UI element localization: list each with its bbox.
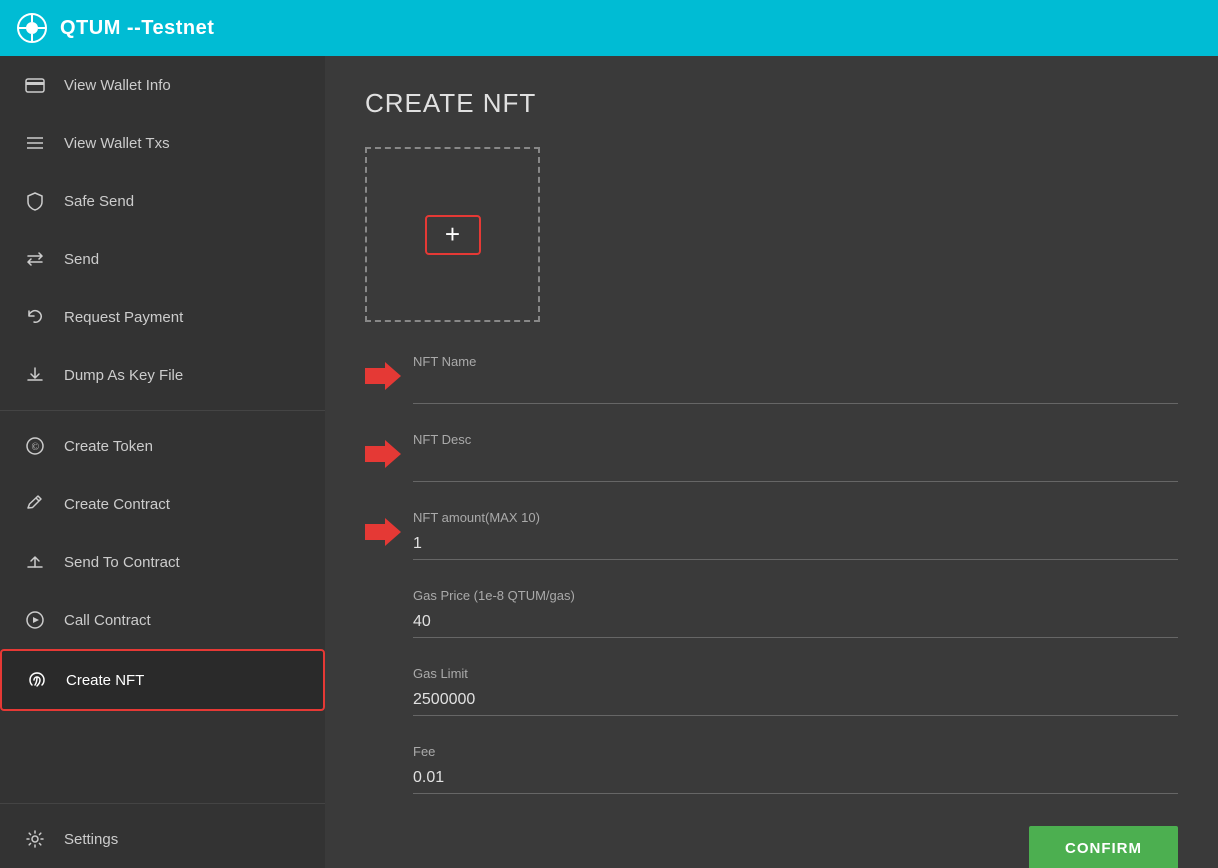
download-icon — [24, 364, 46, 386]
sidebar-label-safe-send: Safe Send — [64, 193, 134, 210]
pencil-icon — [24, 493, 46, 515]
nft-amount-input[interactable] — [413, 529, 1178, 560]
nft-desc-arrow — [365, 436, 401, 472]
gas-limit-row: Gas Limit — [365, 666, 1178, 716]
sidebar-label-create-contract: Create Contract — [64, 496, 170, 513]
sidebar-item-call-contract[interactable]: Call Contract — [0, 591, 325, 649]
gas-price-row: Gas Price (1e-8 QTUM/gas) — [365, 588, 1178, 638]
sidebar: View Wallet Info View Wallet Txs Safe Se… — [0, 56, 325, 868]
sidebar-item-settings[interactable]: Settings — [0, 810, 325, 868]
sidebar-item-request-payment[interactable]: Request Payment — [0, 288, 325, 346]
sidebar-item-dump-as-key-file[interactable]: Dump As Key File — [0, 346, 325, 404]
fee-input[interactable] — [413, 763, 1178, 794]
nft-desc-input[interactable] — [413, 451, 1178, 482]
sidebar-label-settings: Settings — [64, 831, 118, 848]
sidebar-item-view-wallet-txs[interactable]: View Wallet Txs — [0, 114, 325, 172]
app-header: QTUM --Testnet — [0, 0, 1218, 56]
sidebar-item-create-nft[interactable]: Create NFT — [0, 649, 325, 711]
nft-desc-row: NFT Desc — [365, 432, 1178, 482]
gas-price-input[interactable] — [413, 607, 1178, 638]
sidebar-bottom-divider — [0, 803, 325, 804]
nft-amount-field: NFT amount(MAX 10) — [413, 510, 1178, 560]
sidebar-item-send-to-contract[interactable]: Send To Contract — [0, 533, 325, 591]
confirm-button[interactable]: CONFIRM — [1029, 826, 1178, 868]
sidebar-divider-1 — [0, 410, 325, 411]
gas-price-label: Gas Price (1e-8 QTUM/gas) — [413, 588, 1178, 603]
nft-desc-label: NFT Desc — [413, 432, 1178, 447]
content-area: CREATE NFT + NFT Name — [325, 56, 1218, 868]
sidebar-label-view-wallet-info: View Wallet Info — [64, 77, 171, 94]
sidebar-item-create-contract[interactable]: Create Contract — [0, 475, 325, 533]
sidebar-label-create-nft: Create NFT — [66, 672, 144, 689]
gas-limit-field: Gas Limit — [413, 666, 1178, 716]
nft-name-row: NFT Name — [365, 354, 1178, 404]
sidebar-label-view-wallet-txs: View Wallet Txs — [64, 135, 170, 152]
nft-name-label: NFT Name — [413, 354, 1178, 369]
sidebar-label-send: Send — [64, 251, 99, 268]
transfer-icon — [24, 248, 46, 270]
app-title: QTUM --Testnet — [60, 17, 214, 40]
sidebar-label-send-to-contract: Send To Contract — [64, 554, 180, 571]
nft-amount-arrow — [365, 514, 401, 550]
sidebar-item-create-token[interactable]: © Create Token — [0, 417, 325, 475]
sidebar-spacer — [0, 711, 325, 797]
nft-amount-row: NFT amount(MAX 10) — [365, 510, 1178, 560]
upload-add-button[interactable]: + — [425, 215, 481, 255]
sidebar-item-view-wallet-info[interactable]: View Wallet Info — [0, 56, 325, 114]
fee-row: Fee — [365, 744, 1178, 794]
play-icon — [24, 609, 46, 631]
list-icon — [24, 132, 46, 154]
shield-icon — [24, 190, 46, 212]
nft-amount-label: NFT amount(MAX 10) — [413, 510, 1178, 525]
main-layout: View Wallet Info View Wallet Txs Safe Se… — [0, 56, 1218, 868]
svg-text:©: © — [32, 442, 40, 453]
fee-label: Fee — [413, 744, 1178, 759]
nft-name-field: NFT Name — [413, 354, 1178, 404]
sidebar-item-send[interactable]: Send — [0, 230, 325, 288]
qtum-logo-icon — [16, 12, 48, 44]
sidebar-label-call-contract: Call Contract — [64, 612, 151, 629]
nft-name-input[interactable] — [413, 373, 1178, 404]
page-title: CREATE NFT — [365, 88, 1178, 119]
copyright-icon: © — [24, 435, 46, 457]
gas-limit-input[interactable] — [413, 685, 1178, 716]
nft-name-arrow — [365, 358, 401, 394]
image-upload-area[interactable]: + — [365, 147, 540, 322]
fee-field: Fee — [413, 744, 1178, 794]
gear-icon — [24, 828, 46, 850]
wallet-card-icon — [24, 74, 46, 96]
plus-icon: + — [445, 219, 460, 250]
nft-desc-field: NFT Desc — [413, 432, 1178, 482]
sidebar-label-create-token: Create Token — [64, 438, 153, 455]
sidebar-label-dump-as-key-file: Dump As Key File — [64, 367, 183, 384]
sidebar-item-safe-send[interactable]: Safe Send — [0, 172, 325, 230]
fingerprint-icon — [26, 669, 48, 691]
form-actions: CONFIRM — [365, 826, 1178, 868]
sidebar-label-request-payment: Request Payment — [64, 309, 183, 326]
gas-price-field: Gas Price (1e-8 QTUM/gas) — [413, 588, 1178, 638]
undo-icon — [24, 306, 46, 328]
gas-limit-label: Gas Limit — [413, 666, 1178, 681]
upload-icon — [24, 551, 46, 573]
